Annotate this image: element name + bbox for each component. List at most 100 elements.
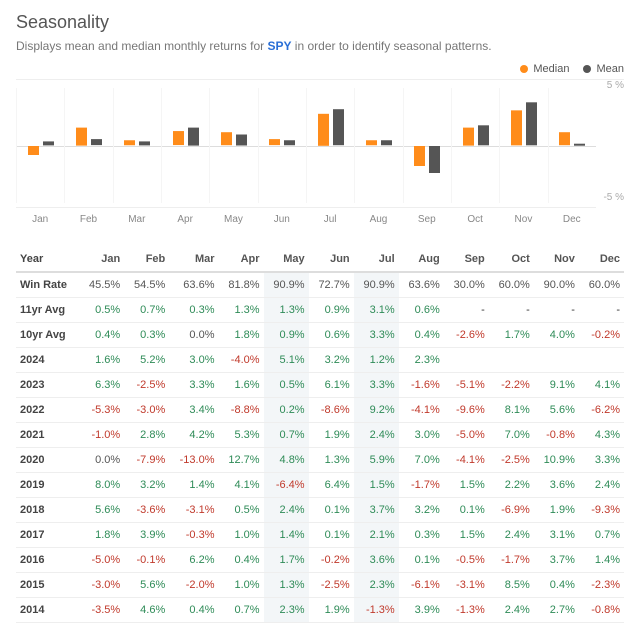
- cell: 5.6%: [534, 398, 579, 423]
- chart-month-col[interactable]: [209, 88, 257, 203]
- x-axis-label: Mar: [113, 207, 161, 229]
- column-header[interactable]: Jan: [79, 247, 124, 272]
- seasonality-chart[interactable]: 5 % -5 % JanFebMarAprMayJunJulAugSepOctN…: [16, 79, 624, 229]
- table-row: 20171.8%3.9%-0.3%1.0%1.4%0.1%2.1%0.3%1.5…: [16, 523, 624, 548]
- cell: [489, 348, 534, 373]
- bar-med: [28, 146, 39, 155]
- column-header[interactable]: Nov: [534, 247, 579, 272]
- bar-mean: [188, 127, 199, 145]
- table-row: 20185.6%-3.6%-3.1%0.5%2.4%0.1%3.7%3.2%0.…: [16, 498, 624, 523]
- row-label: 2023: [16, 373, 79, 398]
- cell: 2.4%: [489, 598, 534, 623]
- cell: 60.0%: [489, 272, 534, 298]
- cell: -3.1%: [169, 498, 218, 523]
- x-axis-label: Jun: [258, 207, 306, 229]
- cell: 4.1%: [219, 473, 264, 498]
- chart-month-col[interactable]: [161, 88, 209, 203]
- cell: 1.0%: [219, 523, 264, 548]
- row-label: 2018: [16, 498, 79, 523]
- cell: -: [444, 298, 489, 323]
- cell: 7.0%: [489, 423, 534, 448]
- chart-month-col[interactable]: [306, 88, 354, 203]
- cell: -8.6%: [309, 398, 354, 423]
- bar-med: [221, 132, 232, 146]
- chart-month-col[interactable]: [354, 88, 402, 203]
- column-header[interactable]: Apr: [219, 247, 264, 272]
- chart-month-col[interactable]: [64, 88, 112, 203]
- cell: 81.8%: [219, 272, 264, 298]
- cell: 6.1%: [309, 373, 354, 398]
- cell: 2.4%: [264, 498, 309, 523]
- column-header[interactable]: Oct: [489, 247, 534, 272]
- column-header[interactable]: Dec: [579, 247, 624, 272]
- bar-mean: [91, 139, 102, 146]
- cell: 1.3%: [309, 448, 354, 473]
- cell: [534, 348, 579, 373]
- cell: -5.3%: [79, 398, 124, 423]
- cell: 60.0%: [579, 272, 624, 298]
- column-header[interactable]: Jul: [354, 247, 399, 272]
- cell: 0.3%: [124, 323, 169, 348]
- cell: 4.3%: [579, 423, 624, 448]
- table-row: 20200.0%-7.9%-13.0%12.7%4.8%1.3%5.9%7.0%…: [16, 448, 624, 473]
- column-header[interactable]: Year: [16, 247, 79, 272]
- chart-month-col[interactable]: [258, 88, 306, 203]
- cell: 0.5%: [264, 373, 309, 398]
- column-header[interactable]: Aug: [399, 247, 444, 272]
- cell: 0.1%: [309, 498, 354, 523]
- cell: 3.0%: [169, 348, 218, 373]
- cell: 12.7%: [219, 448, 264, 473]
- dot-icon: [520, 65, 528, 73]
- chart-month-col[interactable]: [548, 88, 596, 203]
- cell: 3.3%: [354, 323, 399, 348]
- bar-mean: [139, 141, 150, 146]
- cell: 0.3%: [399, 523, 444, 548]
- cell: 3.7%: [354, 498, 399, 523]
- cell: 0.9%: [309, 298, 354, 323]
- cell: [444, 348, 489, 373]
- bar-med: [463, 127, 474, 145]
- cell: 2.4%: [579, 473, 624, 498]
- table-row: 20236.3%-2.5%3.3%1.6%0.5%6.1%3.3%-1.6%-5…: [16, 373, 624, 398]
- row-label: 10yr Avg: [16, 323, 79, 348]
- cell: 1.0%: [219, 573, 264, 598]
- cell: 72.7%: [309, 272, 354, 298]
- cell: 54.5%: [124, 272, 169, 298]
- column-header[interactable]: Sep: [444, 247, 489, 272]
- cell: 0.4%: [534, 573, 579, 598]
- x-axis-label: Jul: [306, 207, 354, 229]
- ticker-link[interactable]: SPY: [267, 39, 291, 53]
- column-header[interactable]: Feb: [124, 247, 169, 272]
- returns-table: YearJanFebMarAprMayJunJulAugSepOctNovDec…: [16, 247, 624, 623]
- cell: 0.4%: [169, 598, 218, 623]
- cell: 1.4%: [579, 548, 624, 573]
- cell: 6.2%: [169, 548, 218, 573]
- cell: 3.9%: [124, 523, 169, 548]
- column-header[interactable]: Jun: [309, 247, 354, 272]
- cell: -5.1%: [444, 373, 489, 398]
- chart-month-col[interactable]: [499, 88, 547, 203]
- x-axis-label: Aug: [354, 207, 402, 229]
- cell: 2.3%: [354, 573, 399, 598]
- cell: 2.2%: [489, 473, 534, 498]
- bar-med: [124, 140, 135, 146]
- table-row: 11yr Avg0.5%0.7%0.3%1.3%1.3%0.9%3.1%0.6%…: [16, 298, 624, 323]
- column-header[interactable]: Mar: [169, 247, 218, 272]
- cell: -0.8%: [579, 598, 624, 623]
- cell: 8.0%: [79, 473, 124, 498]
- cell: -8.8%: [219, 398, 264, 423]
- legend-median[interactable]: Median: [520, 63, 569, 75]
- column-header[interactable]: May: [264, 247, 309, 272]
- cell: -2.2%: [489, 373, 534, 398]
- chart-month-col[interactable]: [16, 88, 64, 203]
- chart-month-col[interactable]: [113, 88, 161, 203]
- chart-month-col[interactable]: [451, 88, 499, 203]
- cell: 10.9%: [534, 448, 579, 473]
- x-axis-label: May: [209, 207, 257, 229]
- cell: 3.3%: [354, 373, 399, 398]
- legend-mean[interactable]: Mean: [583, 63, 624, 75]
- chart-month-col[interactable]: [403, 88, 451, 203]
- bar-med: [173, 131, 184, 146]
- cell: -1.0%: [79, 423, 124, 448]
- cell: 0.6%: [399, 298, 444, 323]
